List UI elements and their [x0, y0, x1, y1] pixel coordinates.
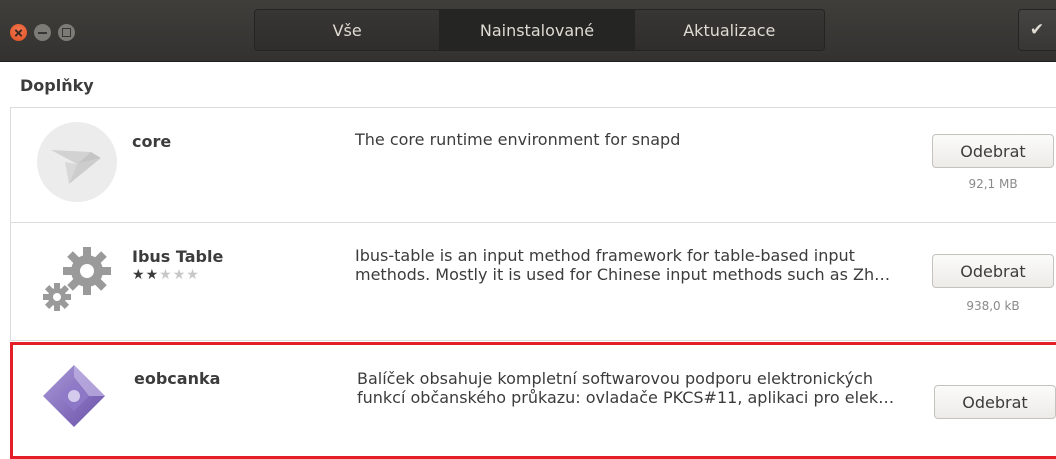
list-item-ibus-table[interactable]: Ibus Table ★★★★★ Ibus-table is an input …: [10, 223, 1056, 341]
description-line: methods. Mostly it is used for Chinese i…: [355, 265, 891, 284]
gears-icon: [43, 247, 111, 311]
checkmark-icon: ✔: [1029, 20, 1045, 40]
app-size: 938,0 kB: [966, 299, 1020, 313]
app-description: Balíček obsahuje kompletní softwarovou p…: [357, 369, 917, 407]
remove-button[interactable]: Odebrat: [932, 134, 1054, 168]
list-item-core[interactable]: core The core runtime environment for sn…: [10, 107, 1056, 223]
app-description: Ibus-table is an input method framework …: [355, 246, 915, 284]
minimize-window-button[interactable]: [34, 24, 51, 41]
app-description: The core runtime environment for snapd: [355, 130, 681, 149]
list-item-eobcanka[interactable]: eobcanka Balíček obsahuje kompletní soft…: [10, 342, 1056, 459]
description-line: funkcí občanského průkazu: ovladače PKCS…: [357, 388, 895, 407]
eobcanka-icon: [43, 365, 105, 427]
rating-stars: ★★★★★: [132, 267, 200, 283]
header-bar: Vše Nainstalované Aktualizace ✔: [0, 0, 1056, 62]
star-icon: ★: [145, 267, 160, 283]
tab-updates[interactable]: Aktualizace: [634, 10, 824, 50]
view-switcher: Vše Nainstalované Aktualizace: [254, 9, 825, 51]
star-empty-icon: ★: [159, 267, 173, 283]
app-name: eobcanka: [134, 369, 221, 388]
star-empty-icon: ★: [172, 267, 187, 283]
tab-installed[interactable]: Nainstalované: [440, 10, 635, 50]
close-window-button[interactable]: [10, 24, 27, 41]
description-line: Balíček obsahuje kompletní softwarovou p…: [357, 369, 874, 388]
remove-button[interactable]: Odebrat: [934, 385, 1056, 419]
maximize-window-button[interactable]: [58, 24, 75, 41]
app-name: Ibus Table: [132, 247, 224, 266]
description-line: Ibus-table is an input method framework …: [355, 246, 855, 265]
selection-mode-button[interactable]: ✔: [1018, 9, 1056, 51]
tab-all[interactable]: Vše: [255, 10, 441, 50]
star-icon: ★: [132, 267, 146, 283]
app-size: 92,1 MB: [968, 177, 1018, 191]
snap-core-icon: [37, 122, 117, 202]
section-title: Doplňky: [20, 76, 94, 95]
star-empty-icon: ★: [186, 267, 200, 283]
remove-button[interactable]: Odebrat: [932, 254, 1054, 288]
app-name: core: [132, 132, 172, 151]
